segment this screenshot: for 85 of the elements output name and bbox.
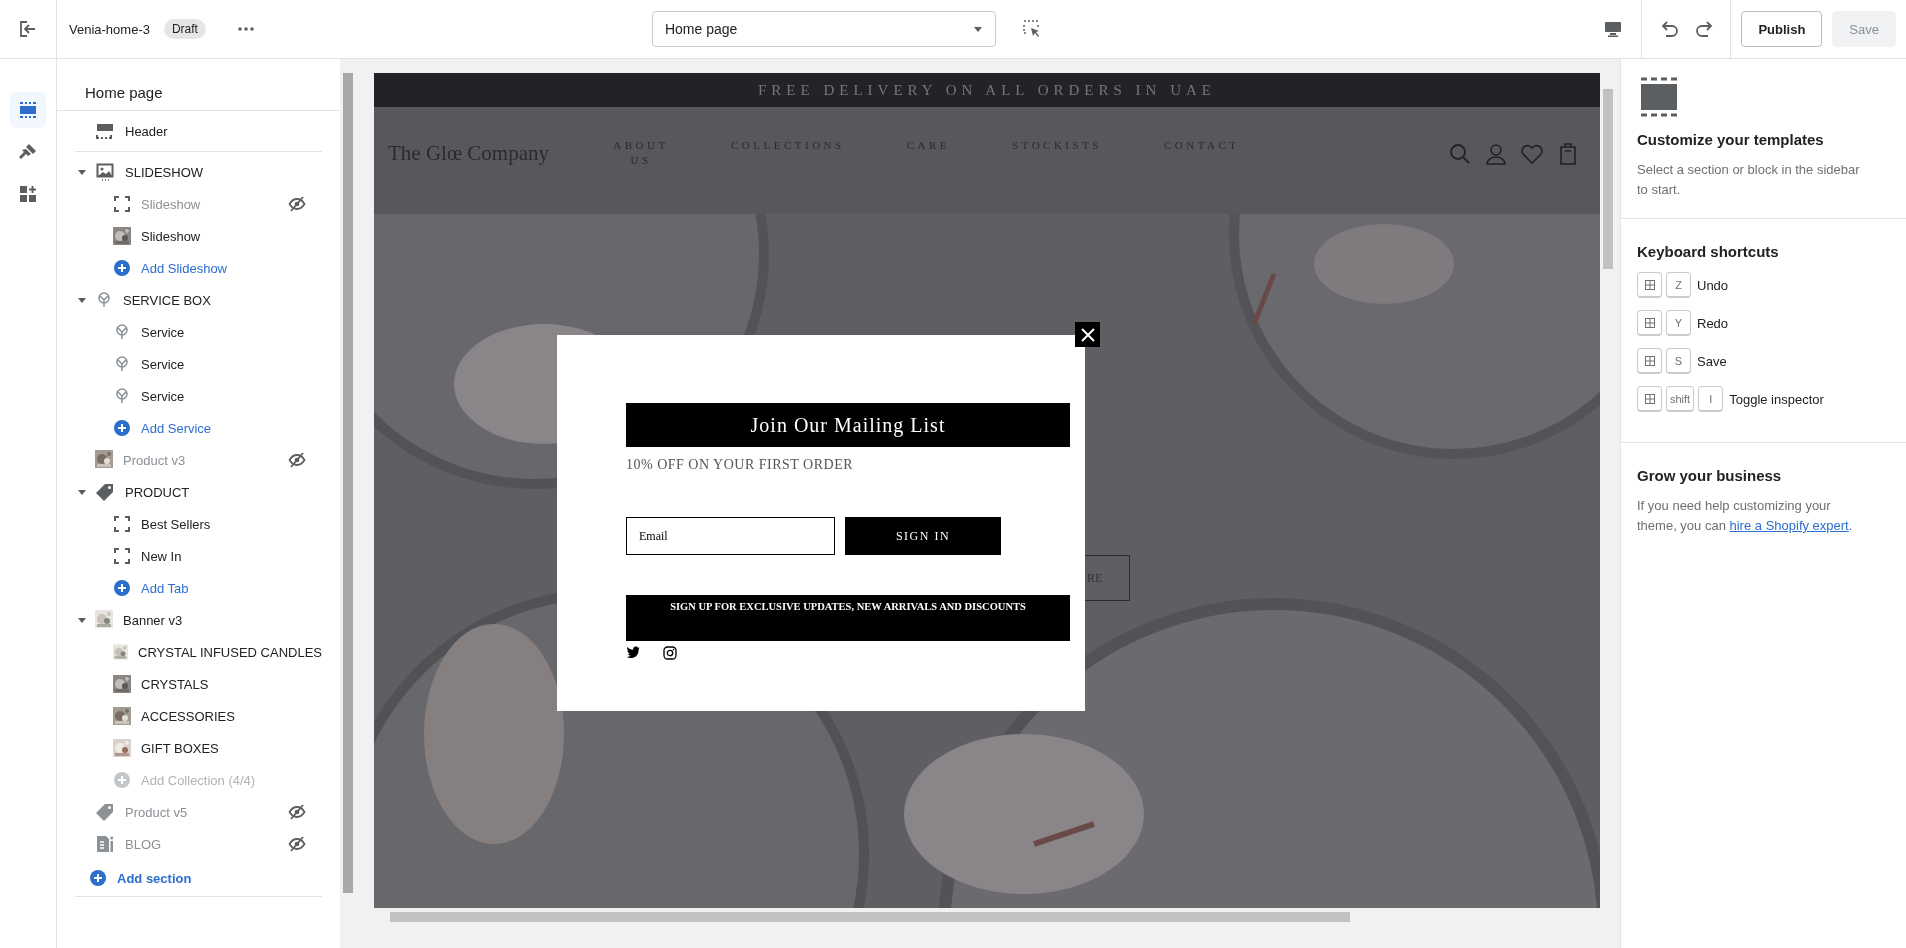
hire-expert-link[interactable]: hire a Shopify expert	[1729, 518, 1849, 533]
promo-banner: SIGN UP FOR EXCLUSIVE UPDATES, NEW ARRIVALS AND DISCOUNTS	[626, 595, 1070, 641]
sign-in-button[interactable]: SIGN IN	[845, 517, 1001, 555]
header-icon	[95, 121, 115, 141]
rail-tab[interactable]	[10, 92, 46, 128]
shortcut-label: Save	[1697, 353, 1727, 369]
shortcut-label: Undo	[1697, 277, 1729, 293]
block-icon	[113, 195, 131, 213]
block-label[interactable]: CRYSTALS	[141, 676, 209, 692]
status-badge: Draft	[163, 19, 206, 39]
image-icon	[95, 162, 115, 182]
grid-key-icon	[1644, 393, 1655, 404]
panel-description: Select a section or block in the sidebar to start.	[1637, 161, 1861, 199]
popup-title: Join Our Mailing List	[626, 403, 1070, 447]
block-label[interactable]: New In	[141, 548, 182, 564]
section-label[interactable]: PRODUCT	[125, 484, 190, 500]
add-section-button[interactable]: Add section	[75, 869, 192, 887]
add-block-button[interactable]: Add Tab	[113, 579, 189, 597]
keycap: S	[1666, 348, 1691, 374]
emblem-icon	[113, 355, 131, 373]
page-select[interactable]: Home page	[651, 11, 996, 47]
block-label[interactable]: Service	[141, 324, 185, 340]
brush-icon	[18, 142, 38, 162]
eye-off-icon[interactable]	[288, 835, 306, 853]
section-label[interactable]: SERVICE BOX	[123, 292, 211, 308]
section-label[interactable]: SLIDESHOW	[125, 164, 203, 180]
add-icon	[113, 419, 131, 437]
eye-off-icon[interactable]	[288, 803, 306, 821]
grid-key-icon	[1644, 355, 1655, 366]
camera-icon[interactable]	[663, 646, 677, 660]
block-label[interactable]: CRYSTAL INFUSED CANDLES	[138, 644, 322, 660]
bird-icon[interactable]	[626, 646, 640, 658]
block-label[interactable]: Best Sellers	[141, 516, 211, 532]
document-icon	[95, 834, 115, 854]
section-label[interactable]: Header	[125, 123, 168, 139]
shortcut-label: Redo	[1697, 315, 1729, 331]
help-text: If you need help customizing your theme, you can hire a Shopify expert.	[1637, 497, 1854, 535]
add-block-button[interactable]: Add Slideshow	[113, 259, 227, 277]
emblem-icon	[113, 323, 131, 341]
caret-icon	[77, 615, 87, 625]
keycap: Y	[1666, 310, 1691, 336]
block-label[interactable]: Service	[141, 356, 185, 372]
shortcut-label: Toggle inspector	[1729, 391, 1824, 407]
grid-key-icon	[1644, 279, 1655, 290]
add-icon	[113, 259, 131, 277]
add-icon	[113, 771, 131, 789]
scrollbar-thumb[interactable]	[342, 73, 353, 893]
scrollbar-thumb[interactable]	[390, 911, 1350, 922]
emblem-icon	[113, 387, 131, 405]
block-label[interactable]: Slideshow	[141, 228, 201, 244]
add-block-button[interactable]: Add Service	[113, 419, 212, 437]
emblem-icon	[95, 291, 113, 309]
section-label[interactable]: Banner v3	[123, 612, 183, 628]
keycap: I	[1698, 386, 1724, 412]
panel-heading: Customize your templates	[1637, 131, 1825, 148]
caret-icon	[77, 295, 87, 305]
block-icon	[113, 515, 131, 533]
eye-off-icon[interactable]	[288, 451, 306, 469]
block-label[interactable]: GIFT BOXES	[141, 740, 219, 756]
apps-icon	[18, 184, 38, 204]
caret-icon	[972, 24, 983, 34]
caret-icon	[77, 167, 87, 177]
grid-key-icon	[1644, 317, 1655, 328]
block-icon	[113, 547, 131, 565]
tag-icon	[95, 802, 115, 822]
panel-heading: Keyboard shortcuts	[1637, 243, 1780, 260]
sidebar-title: Home page	[85, 84, 163, 101]
scrollbar-thumb[interactable]	[1602, 89, 1613, 269]
add-icon	[89, 869, 107, 887]
keycap: Z	[1666, 272, 1691, 298]
close-icon[interactable]	[1075, 322, 1100, 347]
theme-name: Venia-home-3	[69, 21, 150, 37]
block-label[interactable]: Service	[141, 388, 185, 404]
popup-subtitle: 10% OFF ON YOUR FIRST ORDER	[626, 457, 855, 473]
email-field[interactable]: Email	[626, 517, 835, 555]
add-icon	[113, 579, 131, 597]
tag-icon	[95, 482, 115, 502]
announcement-bar: FREE DELIVERY ON ALL ORDERS IN UAE	[374, 73, 1600, 107]
panel-heading: Grow your business	[1637, 467, 1783, 484]
keycap: shift	[1666, 386, 1695, 412]
caret-icon	[77, 487, 87, 497]
sections-icon	[18, 100, 38, 120]
eye-off-icon[interactable]	[288, 195, 306, 213]
block-label[interactable]: ACCESSORIES	[141, 708, 235, 724]
publish-button[interactable]: Publish	[1741, 11, 1823, 47]
